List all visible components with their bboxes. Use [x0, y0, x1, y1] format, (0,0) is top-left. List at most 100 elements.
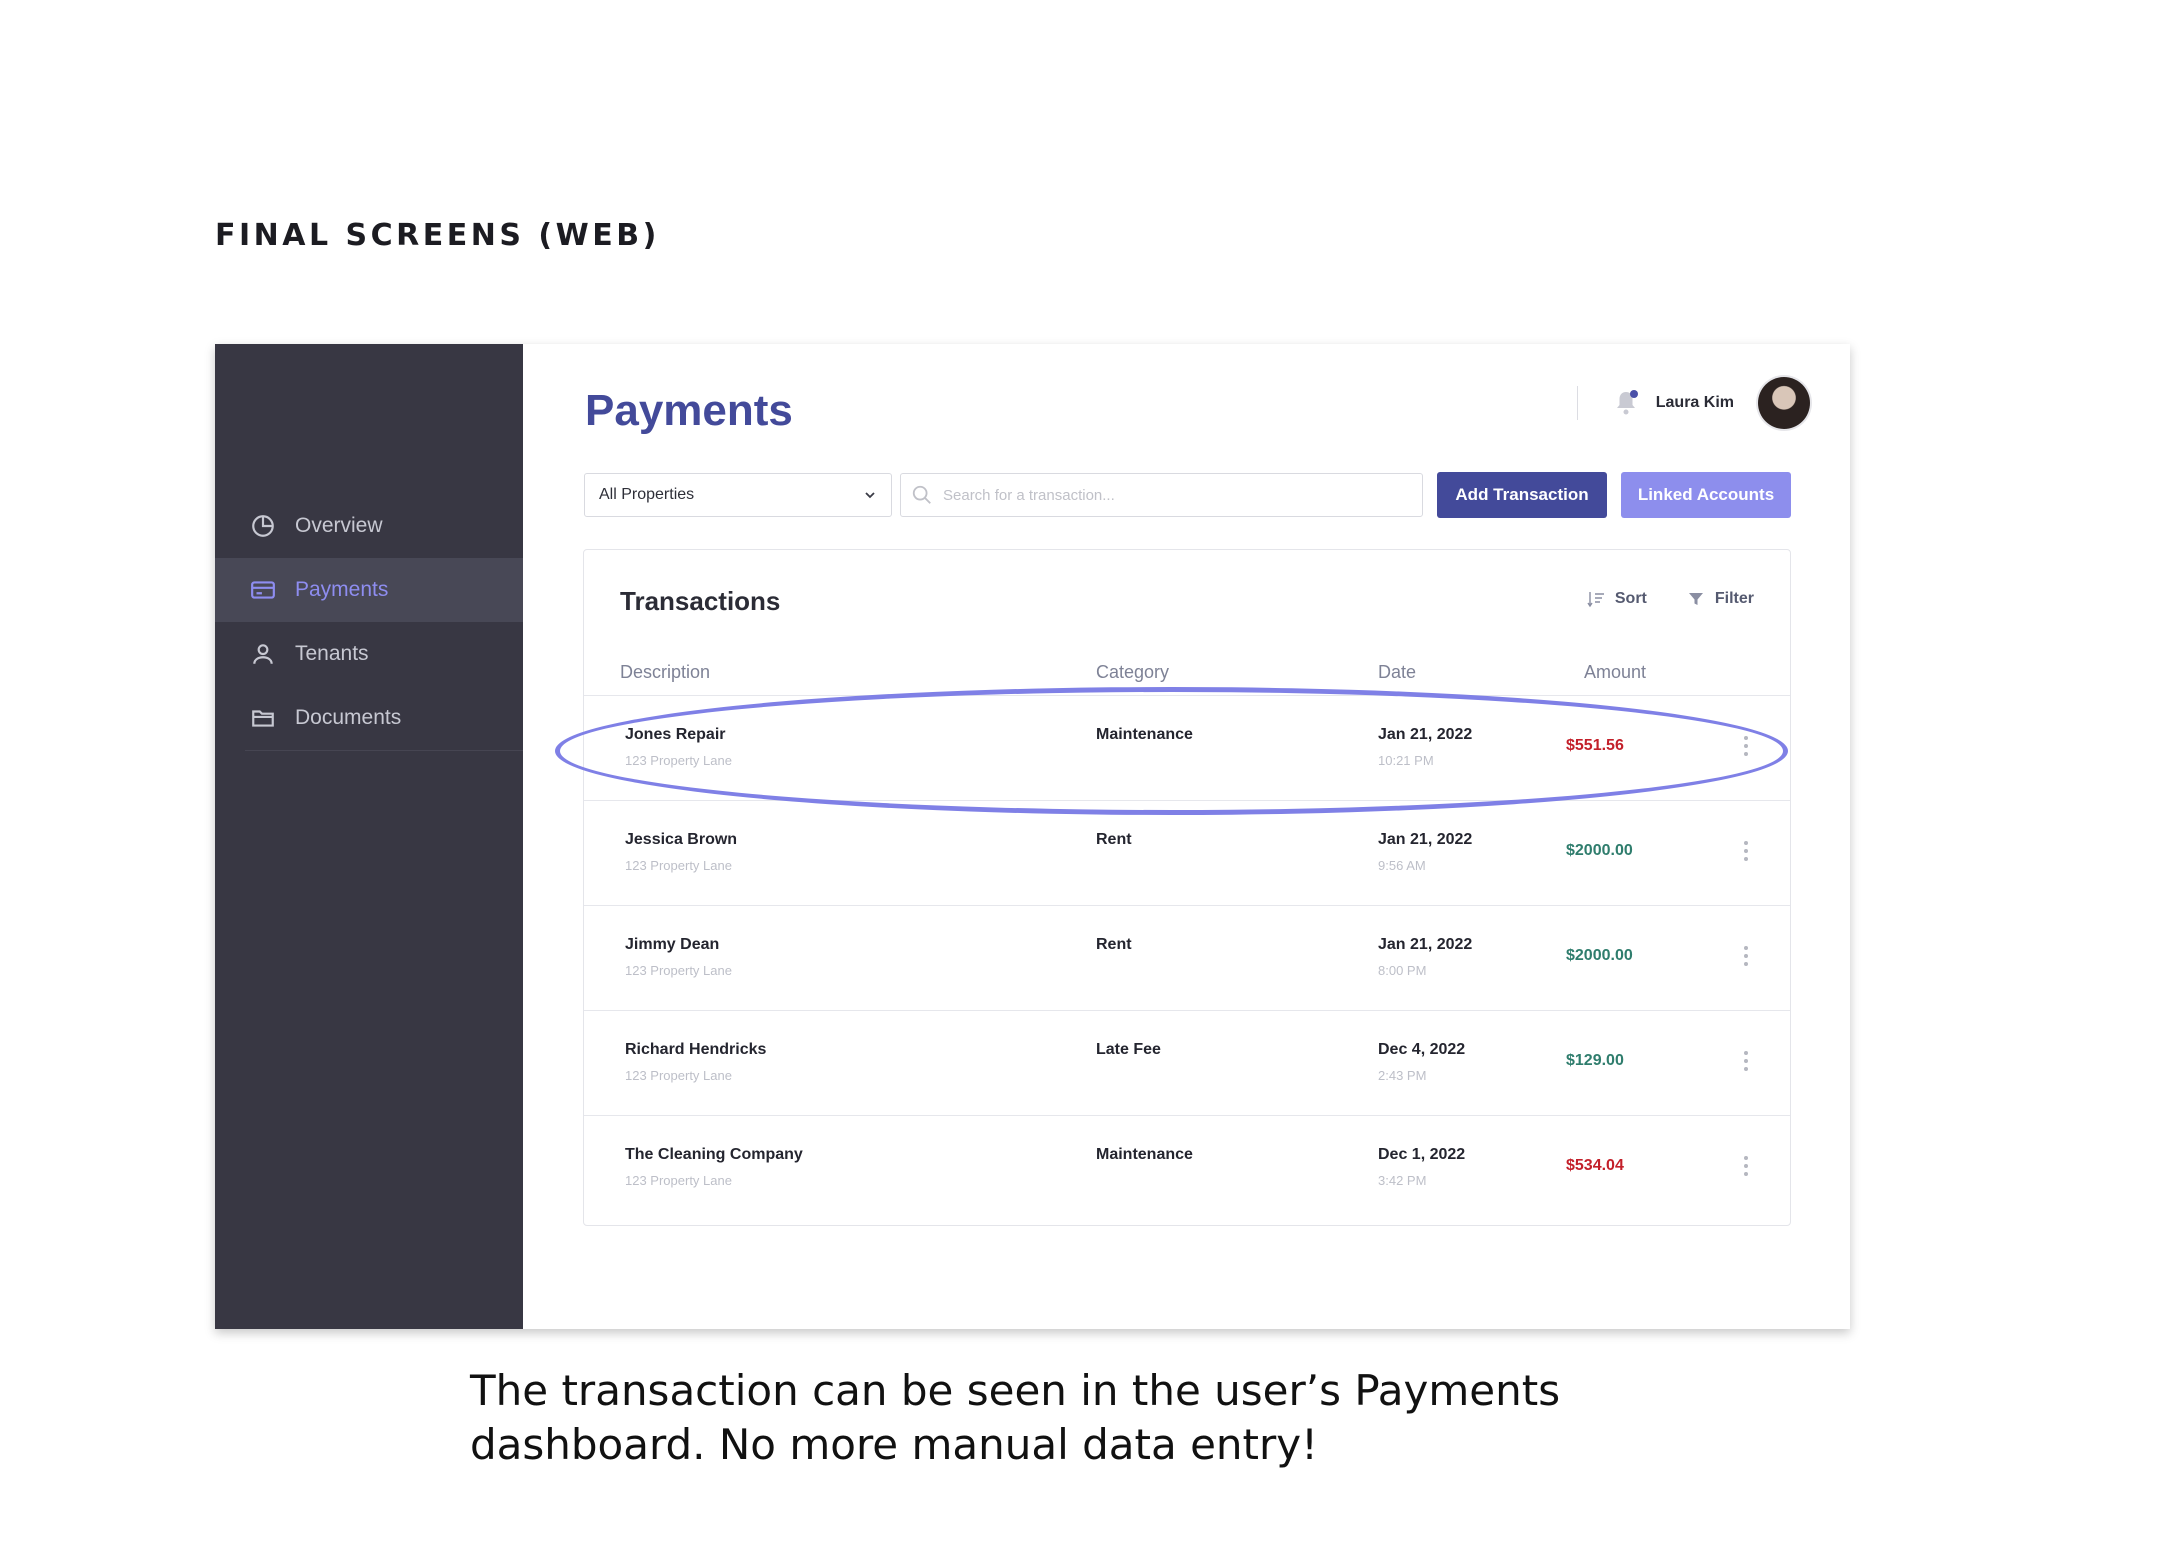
- sort-button[interactable]: Sort: [1587, 590, 1647, 608]
- cell-description: Jessica Brown 123 Property Lane: [625, 831, 737, 873]
- caption: The transaction can be seen in the user’…: [470, 1364, 1770, 1472]
- filter-label: Filter: [1714, 590, 1754, 607]
- sidebar-item-label: Documents: [295, 706, 402, 729]
- cell-amount: $534.04: [1566, 1157, 1624, 1174]
- cell-description: Jones Repair 123 Property Lane: [625, 726, 732, 768]
- search-icon: [912, 485, 931, 504]
- cell-category: Rent: [1096, 936, 1132, 953]
- sidebar-item-documents[interactable]: Documents: [215, 686, 523, 750]
- payee-name: Jessica Brown: [625, 831, 738, 848]
- cell-amount: $551.56: [1566, 737, 1624, 754]
- section-heading: FINAL SCREENS (WEB): [215, 218, 660, 253]
- folder-icon: [249, 704, 277, 732]
- table-row[interactable]: Richard Hendricks 123 Property Lane Late…: [584, 1011, 1790, 1116]
- sort-label: Sort: [1614, 590, 1647, 607]
- table-row[interactable]: Jessica Brown 123 Property Lane Rent Jan…: [584, 801, 1790, 906]
- app-window: Overview Payments Tenants Documents Paym…: [215, 344, 1850, 1329]
- cell-description: Jimmy Dean 123 Property Lane: [625, 936, 732, 978]
- sidebar-item-tenants[interactable]: Tenants: [215, 622, 523, 686]
- payee-address: 123 Property Lane: [625, 753, 732, 768]
- cell-category: Late Fee: [1096, 1041, 1161, 1058]
- sidebar-item-payments[interactable]: Payments: [215, 558, 523, 622]
- time-value: 8:00 PM: [1378, 963, 1427, 978]
- sidebar-item-label: Tenants: [295, 642, 369, 665]
- row-menu-icon[interactable]: [1740, 1156, 1752, 1182]
- search-box: [900, 473, 1423, 517]
- table-row[interactable]: Jones Repair 123 Property Lane Maintenan…: [584, 696, 1790, 801]
- date-value: Jan 21, 2022: [1378, 936, 1473, 953]
- column-header-description[interactable]: Description: [620, 662, 710, 683]
- cell-amount: $2000.00: [1566, 842, 1633, 859]
- header-divider: [1576, 386, 1578, 420]
- cell-category: Rent: [1096, 831, 1132, 848]
- page-title: Payments: [585, 386, 793, 435]
- sidebar-divider: [245, 750, 523, 751]
- payee-name: Richard Hendricks: [625, 1041, 767, 1058]
- caption-line-1: The transaction can be seen in the user’…: [470, 1366, 1561, 1415]
- cell-description: The Cleaning Company 123 Property Lane: [625, 1146, 803, 1188]
- card-title: Transactions: [620, 586, 781, 616]
- notification-dot: [1629, 390, 1638, 398]
- search-input[interactable]: [943, 486, 1403, 504]
- column-header-category[interactable]: Category: [1096, 662, 1169, 683]
- main-content: Payments Laura Kim All Properties Add Tr…: [523, 344, 1850, 1329]
- property-select[interactable]: All Properties: [584, 473, 892, 517]
- user-area: Laura Kim: [1576, 377, 1810, 429]
- cell-date: Jan 21, 2022 9:56 AM: [1378, 831, 1472, 873]
- cell-description: Richard Hendricks 123 Property Lane: [625, 1041, 766, 1083]
- cell-amount: $2000.00: [1566, 947, 1633, 964]
- cell-date: Dec 1, 2022 3:42 PM: [1378, 1146, 1465, 1188]
- payee-name: The Cleaning Company: [625, 1146, 803, 1163]
- cell-category: Maintenance: [1096, 726, 1193, 743]
- time-value: 9:56 AM: [1378, 858, 1426, 873]
- time-value: 2:43 PM: [1378, 1068, 1427, 1083]
- row-menu-icon[interactable]: [1740, 1051, 1752, 1077]
- user-name[interactable]: Laura Kim: [1656, 394, 1734, 412]
- table-header: Description Category Date Amount: [584, 662, 1790, 696]
- card-actions: Sort Filter: [1587, 590, 1754, 608]
- notification-bell-icon[interactable]: [1614, 389, 1638, 417]
- sidebar-item-overview[interactable]: Overview: [215, 494, 523, 558]
- pie-chart-icon: [249, 512, 277, 540]
- payee-address: 123 Property Lane: [625, 1173, 732, 1188]
- filter-icon: [1688, 593, 1703, 605]
- cell-date: Jan 21, 2022 8:00 PM: [1378, 936, 1472, 978]
- cell-category: Maintenance: [1096, 1146, 1193, 1163]
- table-row[interactable]: The Cleaning Company 123 Property Lane M…: [584, 1116, 1790, 1221]
- transactions-card: Transactions Sort Filter Description Cat…: [583, 549, 1791, 1226]
- property-select-value: All Properties: [599, 486, 695, 503]
- chevron-down-icon: [865, 492, 875, 499]
- cell-date: Dec 4, 2022 2:43 PM: [1378, 1041, 1465, 1083]
- caption-line-2: dashboard. No more manual data entry!: [470, 1420, 1318, 1469]
- row-menu-icon[interactable]: [1740, 736, 1752, 762]
- toolbar: All Properties Add Transaction Linked Ac…: [584, 472, 1791, 518]
- cell-date: Jan 21, 2022 10:21 PM: [1378, 726, 1472, 768]
- date-value: Jan 21, 2022: [1378, 726, 1473, 743]
- column-header-date[interactable]: Date: [1378, 662, 1416, 683]
- sidebar-nav: Overview Payments Tenants Documents: [215, 494, 523, 751]
- linked-accounts-button[interactable]: Linked Accounts: [1621, 472, 1791, 518]
- cell-amount: $129.00: [1566, 1052, 1624, 1069]
- avatar[interactable]: [1758, 377, 1810, 429]
- payee-address: 123 Property Lane: [625, 1068, 732, 1083]
- time-value: 3:42 PM: [1378, 1173, 1427, 1188]
- table-row[interactable]: Jimmy Dean 123 Property Lane Rent Jan 21…: [584, 906, 1790, 1011]
- time-value: 10:21 PM: [1378, 753, 1434, 768]
- date-value: Dec 1, 2022: [1378, 1146, 1466, 1163]
- payee-address: 123 Property Lane: [625, 858, 732, 873]
- table-body: Jones Repair 123 Property Lane Maintenan…: [584, 696, 1790, 1221]
- row-menu-icon[interactable]: [1740, 841, 1752, 867]
- sidebar: Overview Payments Tenants Documents: [215, 344, 523, 1329]
- row-menu-icon[interactable]: [1740, 946, 1752, 972]
- add-transaction-button[interactable]: Add Transaction: [1437, 472, 1607, 518]
- column-header-amount[interactable]: Amount: [1584, 662, 1646, 683]
- date-value: Dec 4, 2022: [1378, 1041, 1466, 1058]
- credit-card-icon: [249, 576, 277, 604]
- payee-address: 123 Property Lane: [625, 963, 732, 978]
- payee-name: Jimmy Dean: [625, 936, 720, 953]
- sidebar-item-label: Overview: [295, 514, 383, 537]
- date-value: Jan 21, 2022: [1378, 831, 1473, 848]
- sort-icon: [1587, 592, 1604, 608]
- payee-name: Jones Repair: [625, 726, 726, 743]
- filter-button[interactable]: Filter: [1687, 590, 1754, 608]
